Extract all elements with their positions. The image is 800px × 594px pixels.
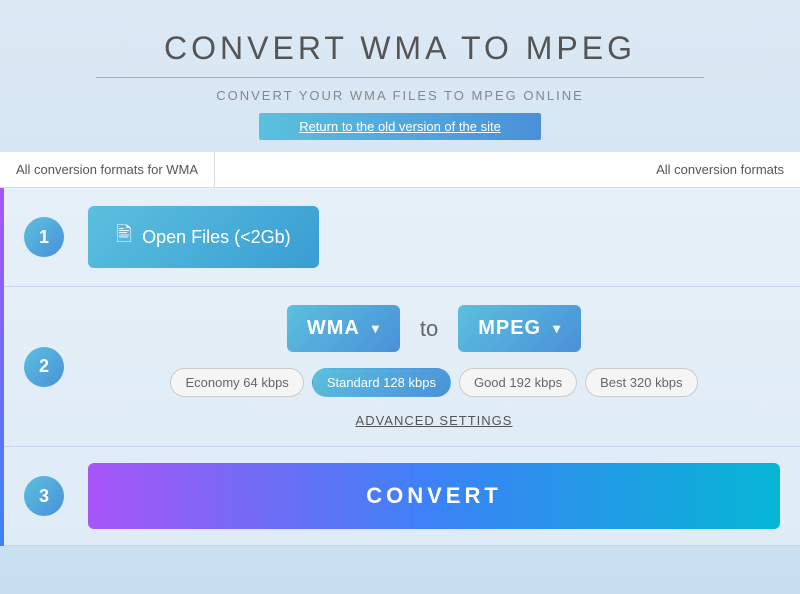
advanced-settings-link[interactable]: ADVANCED SETTINGS	[356, 413, 513, 428]
open-files-label: Open Files (<2Gb)	[142, 227, 291, 248]
quality-button-0[interactable]: Economy 64 kbps	[170, 368, 303, 397]
quality-button-3[interactable]: Best 320 kbps	[585, 368, 697, 397]
file-icon: 🖹	[116, 220, 132, 254]
main-content: 1 🖹 Open Files (<2Gb) 2 WMA ▾ to MPEG ▾	[0, 188, 800, 546]
step-1-content: 🖹 Open Files (<2Gb)	[88, 206, 780, 268]
to-format-arrow-icon: ▾	[553, 320, 561, 337]
step-3-row: 3 CONVERT	[4, 447, 800, 546]
quality-button-1[interactable]: Standard 128 kbps	[312, 368, 451, 397]
quality-button-2[interactable]: Good 192 kbps	[459, 368, 577, 397]
convert-button[interactable]: CONVERT	[88, 463, 780, 529]
nav-bar: All conversion formats for WMA All conve…	[0, 152, 800, 188]
subtitle: CONVERT YOUR WMA FILES TO MPEG ONLINE	[20, 88, 780, 103]
from-format-arrow-icon: ▾	[372, 320, 380, 337]
format-row: WMA ▾ to MPEG ▾	[287, 305, 581, 352]
step-3-content: CONVERT	[88, 463, 780, 529]
step-1-number: 1	[24, 217, 64, 257]
nav-right-label[interactable]: All conversion formats	[640, 162, 800, 177]
step-2-number: 2	[24, 347, 64, 387]
nav-left-label[interactable]: All conversion formats for WMA	[0, 162, 214, 177]
to-text: to	[420, 316, 438, 342]
step-2-content: WMA ▾ to MPEG ▾ Economy 64 kbps Standard …	[88, 305, 780, 428]
step-2-row: 2 WMA ▾ to MPEG ▾ Economy 64 kbps Standar…	[4, 287, 800, 447]
header: CONVERT WMA TO MPEG CONVERT YOUR WMA FIL…	[0, 0, 800, 152]
page-title: CONVERT WMA TO MPEG	[20, 30, 780, 67]
to-format-label: MPEG	[478, 317, 541, 340]
old-version-button[interactable]: Return to the old version of the site	[259, 113, 541, 140]
from-format-select[interactable]: WMA ▾	[287, 305, 400, 352]
from-format-label: WMA	[307, 317, 360, 340]
nav-separator	[214, 152, 215, 187]
step-1-row: 1 🖹 Open Files (<2Gb)	[4, 188, 800, 287]
divider	[96, 77, 704, 78]
to-format-select[interactable]: MPEG ▾	[458, 305, 581, 352]
quality-row: Economy 64 kbps Standard 128 kbps Good 192…	[170, 368, 697, 397]
step-3-number: 3	[24, 476, 64, 516]
open-files-button[interactable]: 🖹 Open Files (<2Gb)	[88, 206, 319, 268]
